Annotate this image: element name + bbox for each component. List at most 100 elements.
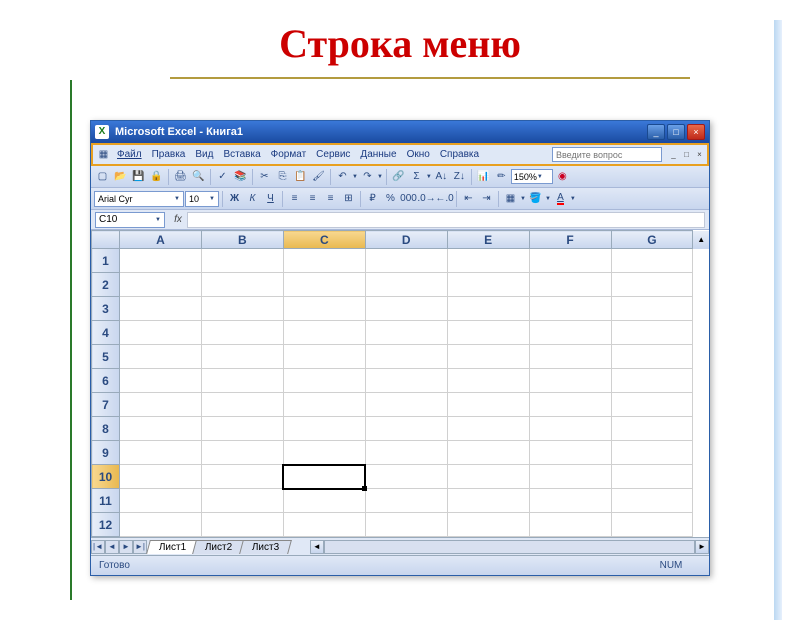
sort-asc-icon[interactable]: A↓	[433, 168, 450, 185]
cell-A7[interactable]	[119, 393, 201, 417]
row-header-6[interactable]: 6	[92, 369, 120, 393]
menu-format[interactable]: Формат	[266, 147, 312, 162]
menu-help[interactable]: Справка	[435, 147, 484, 162]
chart-icon[interactable]: 📊	[475, 168, 492, 185]
cell-B6[interactable]	[201, 369, 283, 393]
cell-D7[interactable]	[365, 393, 447, 417]
cell-F8[interactable]	[529, 417, 611, 441]
cell-D4[interactable]	[365, 321, 447, 345]
cell-G11[interactable]	[611, 489, 693, 513]
bold-icon[interactable]: Ж	[226, 190, 243, 207]
fx-icon[interactable]: fx	[169, 214, 187, 225]
cell-C8[interactable]	[283, 417, 365, 441]
format-painter-icon[interactable]: 🖌	[310, 168, 327, 185]
cell-C5[interactable]	[283, 345, 365, 369]
cell-F3[interactable]	[529, 297, 611, 321]
row-header-8[interactable]: 8	[92, 417, 120, 441]
sort-desc-icon[interactable]: Z↓	[451, 168, 468, 185]
cell-D1[interactable]	[365, 249, 447, 273]
row-header-9[interactable]: 9	[92, 441, 120, 465]
cell-C7[interactable]	[283, 393, 365, 417]
formula-input[interactable]	[187, 212, 705, 228]
cell-E3[interactable]	[447, 297, 529, 321]
cell-G9[interactable]	[611, 441, 693, 465]
row-header-11[interactable]: 11	[92, 489, 120, 513]
cell-B4[interactable]	[201, 321, 283, 345]
column-header-A[interactable]: A	[119, 231, 201, 249]
cell-A2[interactable]	[119, 273, 201, 297]
cell-E11[interactable]	[447, 489, 529, 513]
cell-A6[interactable]	[119, 369, 201, 393]
comma-icon[interactable]: 000	[400, 190, 417, 207]
open-icon[interactable]: 📂	[112, 168, 129, 185]
row-header-1[interactable]: 1	[92, 249, 120, 273]
hyperlink-icon[interactable]: 🔗	[390, 168, 407, 185]
underline-icon[interactable]: Ч	[262, 190, 279, 207]
drawing-icon[interactable]: ✏	[493, 168, 510, 185]
cell-F7[interactable]	[529, 393, 611, 417]
cell-G1[interactable]	[611, 249, 693, 273]
cell-B5[interactable]	[201, 345, 283, 369]
scroll-left-icon[interactable]: ◄	[310, 540, 324, 554]
cell-C1[interactable]	[283, 249, 365, 273]
borders-button[interactable]: ▦▼	[502, 190, 526, 207]
undo-button[interactable]: ↶▼	[334, 168, 358, 185]
row-header-4[interactable]: 4	[92, 321, 120, 345]
cell-C11[interactable]	[283, 489, 365, 513]
cell-A10[interactable]	[119, 465, 201, 489]
cell-E9[interactable]	[447, 441, 529, 465]
permission-icon[interactable]: 🔒	[148, 168, 165, 185]
currency-icon[interactable]: ₽	[364, 190, 381, 207]
menu-view[interactable]: Вид	[190, 147, 218, 162]
name-box[interactable]: C10▼	[95, 212, 165, 228]
row-header-10[interactable]: 10	[92, 465, 120, 489]
cell-E12[interactable]	[447, 513, 529, 537]
row-header-7[interactable]: 7	[92, 393, 120, 417]
increase-indent-icon[interactable]: ⇥	[478, 190, 495, 207]
menu-window[interactable]: Окно	[402, 147, 435, 162]
minimize-button[interactable]: _	[647, 124, 665, 140]
cell-G6[interactable]	[611, 369, 693, 393]
italic-icon[interactable]: К	[244, 190, 261, 207]
tab-first[interactable]: |◄	[91, 540, 105, 554]
cell-D5[interactable]	[365, 345, 447, 369]
cell-E2[interactable]	[447, 273, 529, 297]
cell-E4[interactable]	[447, 321, 529, 345]
tab-next[interactable]: ►	[119, 540, 133, 554]
cell-B11[interactable]	[201, 489, 283, 513]
zoom-combo[interactable]: 150%▼	[511, 169, 553, 184]
maximize-button[interactable]: □	[667, 124, 685, 140]
doc-close[interactable]: ×	[694, 149, 705, 160]
column-header-C[interactable]: C	[283, 231, 365, 249]
merge-center-icon[interactable]: ⊞	[340, 190, 357, 207]
new-icon[interactable]: ▢	[94, 168, 111, 185]
align-right-icon[interactable]: ≡	[322, 190, 339, 207]
close-button[interactable]: ×	[687, 124, 705, 140]
tab-prev[interactable]: ◄	[105, 540, 119, 554]
cell-E5[interactable]	[447, 345, 529, 369]
cell-B10[interactable]	[201, 465, 283, 489]
sheet-tab-1[interactable]: Лист1	[146, 540, 199, 554]
cell-E8[interactable]	[447, 417, 529, 441]
menu-tools[interactable]: Сервис	[311, 147, 355, 162]
cell-F2[interactable]	[529, 273, 611, 297]
column-header-E[interactable]: E	[447, 231, 529, 249]
copy-icon[interactable]: ⎘	[274, 168, 291, 185]
row-header-12[interactable]: 12	[92, 513, 120, 537]
tab-last[interactable]: ►|	[133, 540, 147, 554]
vertical-scrollbar[interactable]: ▲	[693, 231, 709, 249]
cell-B7[interactable]	[201, 393, 283, 417]
control-icon[interactable]: ▦	[95, 146, 112, 163]
cell-B12[interactable]	[201, 513, 283, 537]
print-icon[interactable]: 🖨	[172, 168, 189, 185]
cell-B3[interactable]	[201, 297, 283, 321]
menu-file[interactable]: Файл	[112, 147, 147, 162]
column-header-F[interactable]: F	[529, 231, 611, 249]
cell-C3[interactable]	[283, 297, 365, 321]
cell-C10[interactable]	[283, 465, 365, 489]
cell-A1[interactable]	[119, 249, 201, 273]
sheet-tab-3[interactable]: Лист3	[239, 540, 292, 554]
cell-A8[interactable]	[119, 417, 201, 441]
cell-B8[interactable]	[201, 417, 283, 441]
cell-G5[interactable]	[611, 345, 693, 369]
